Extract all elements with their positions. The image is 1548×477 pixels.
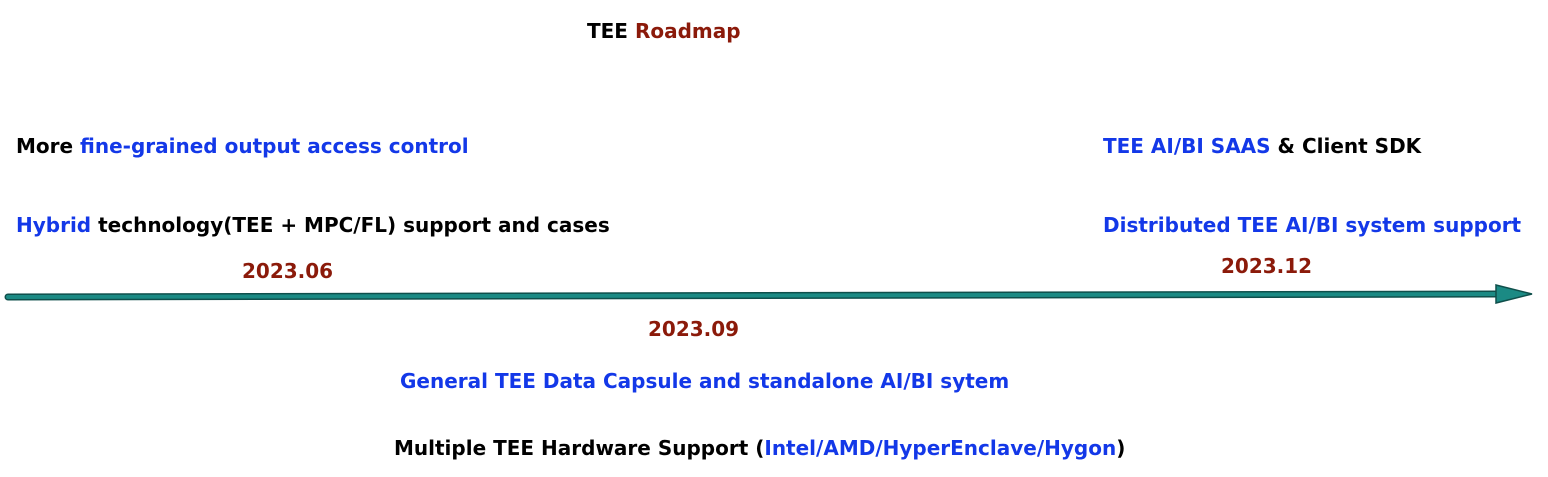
- m2-line2: Multiple TEE Hardware Support (Intel/AMD…: [394, 436, 1125, 460]
- m1-line2: Hybrid technology(TEE + MPC/FL) support …: [16, 213, 610, 237]
- m3-line1-b: & Client SDK: [1270, 134, 1422, 158]
- m1-line1: More fine-grained output access control: [16, 134, 469, 158]
- m1-date: 2023.06: [242, 259, 334, 283]
- m2-line1-a: General TEE Data Capsule and standalone …: [400, 369, 1010, 393]
- m3-line1-a: TEE AI/BI SAAS: [1103, 134, 1271, 158]
- m2-date: 2023.09: [648, 317, 740, 341]
- m2-line1: General TEE Data Capsule and standalone …: [400, 369, 1009, 393]
- m3-line1: TEE AI/BI SAAS & Client SDK: [1103, 134, 1421, 158]
- m1-line2-b: technology(TEE + MPC/FL) support and cas…: [91, 213, 610, 237]
- m1-line2-a: Hybrid: [16, 213, 92, 237]
- m2-line2-c: ): [1116, 436, 1126, 460]
- m2-line2-a: Multiple TEE Hardware Support (: [394, 436, 765, 460]
- m3-line2: Distributed TEE AI/BI system support: [1103, 213, 1521, 237]
- title-part2: Roadmap: [634, 19, 741, 43]
- page-title: TEE Roadmap: [587, 19, 741, 43]
- timeline-arrowhead: [1495, 284, 1533, 304]
- m3-date: 2023.12: [1221, 254, 1313, 278]
- m3-line2-a: Distributed TEE AI/BI system support: [1103, 213, 1522, 237]
- title-part1: TEE: [587, 19, 628, 43]
- m1-line1-b: fine-grained output access control: [80, 134, 469, 158]
- m1-line1-a: More: [16, 134, 81, 158]
- m2-line2-b: Intel/AMD/HyperEnclave/Hygon: [764, 436, 1117, 460]
- timeline-arrow: [4, 284, 1533, 304]
